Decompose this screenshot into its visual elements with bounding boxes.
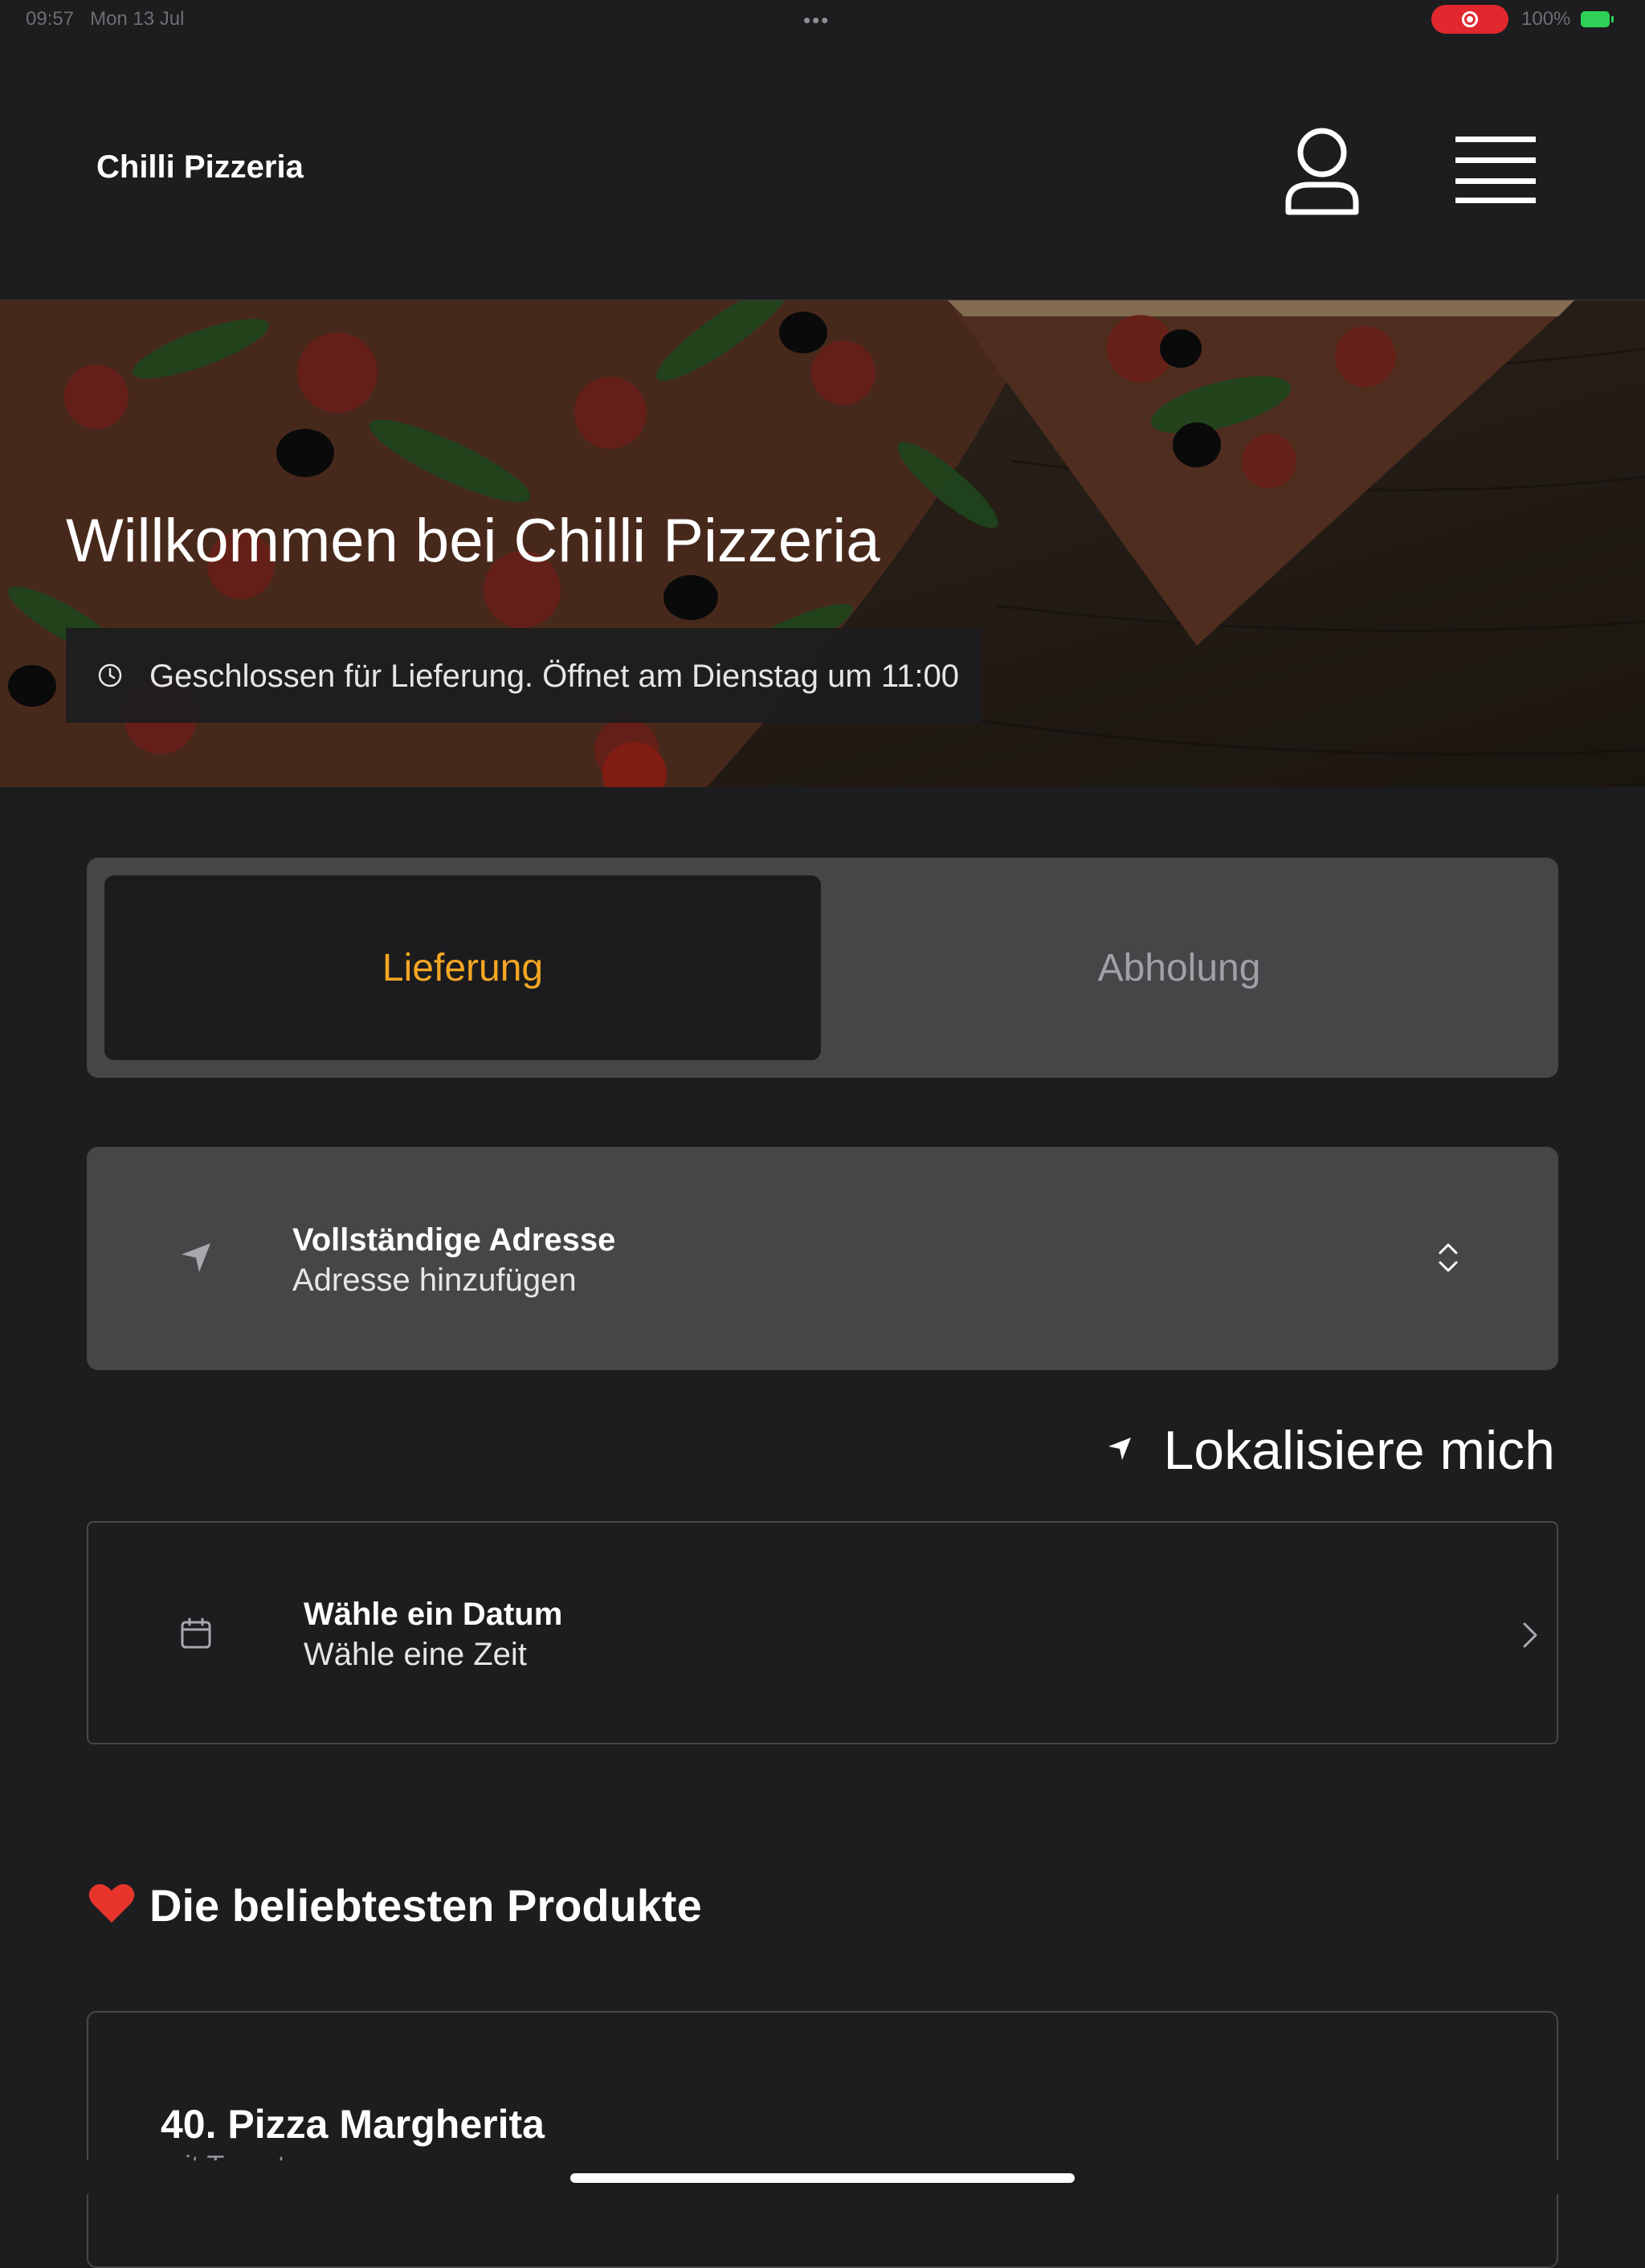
chevron-up-down-icon xyxy=(1436,1240,1460,1279)
opening-status-banner: Geschlossen für Lieferung. Öffnet am Die… xyxy=(66,628,982,723)
user-icon[interactable] xyxy=(1282,125,1362,218)
locate-me-button[interactable]: Lokalisiere mich xyxy=(1105,1418,1555,1483)
calendar-icon xyxy=(180,1617,212,1654)
multitasking-dots-icon[interactable]: ••• xyxy=(803,8,830,33)
app-header: Chilli Pizzeria xyxy=(0,37,1645,300)
chevron-right-icon xyxy=(1520,1621,1539,1654)
popular-products-title: Die beliebtesten Produkte xyxy=(149,1880,702,1931)
opening-status-text: Geschlossen für Lieferung. Öffnet am Die… xyxy=(149,659,959,694)
home-indicator[interactable] xyxy=(570,2173,1075,2183)
popular-products-heading: Die beliebtesten Produkte xyxy=(88,1879,702,1931)
status-bar: 09:57 Mon 13 Jul ••• 100% xyxy=(0,0,1645,37)
hamburger-menu-icon[interactable] xyxy=(1454,133,1537,206)
locate-me-label: Lokalisiere mich xyxy=(1163,1420,1555,1481)
tab-pickup[interactable]: Abholung xyxy=(816,875,1542,1060)
battery-icon xyxy=(1581,11,1614,27)
location-arrow-icon xyxy=(1105,1434,1134,1467)
address-subtitle: Adresse hinzufügen xyxy=(292,1262,577,1298)
status-time: 09:57 Mon 13 Jul xyxy=(26,8,185,30)
location-arrow-icon xyxy=(178,1240,214,1279)
hero-title: Willkommen bei Chilli Pizzeria xyxy=(66,507,880,575)
screen-recording-indicator[interactable] xyxy=(1431,5,1508,34)
product-card[interactable]: 40. Pizza Margherita mit Tomatensauce xyxy=(87,2011,1558,2268)
time-subtitle: Wähle eine Zeit xyxy=(304,1637,527,1672)
address-title: Vollständige Adresse xyxy=(292,1222,616,1258)
product-name: 40. Pizza Margherita xyxy=(161,2102,545,2147)
address-selector[interactable]: Vollständige Adresse Adresse hinzufügen xyxy=(87,1147,1558,1370)
clock-icon xyxy=(96,662,124,693)
battery-percentage: 100% xyxy=(1521,8,1571,30)
order-mode-toggle: Lieferung Abholung xyxy=(87,858,1558,1078)
date-title: Wähle ein Datum xyxy=(304,1597,563,1632)
heart-icon xyxy=(88,1883,135,1928)
tab-delivery[interactable]: Lieferung xyxy=(104,875,821,1060)
date-time-selector[interactable]: Wähle ein Datum Wähle eine Zeit xyxy=(87,1521,1558,1744)
brand-name[interactable]: Chilli Pizzeria xyxy=(96,149,304,186)
hero-banner: Willkommen bei Chilli Pizzeria Geschloss… xyxy=(0,300,1645,787)
